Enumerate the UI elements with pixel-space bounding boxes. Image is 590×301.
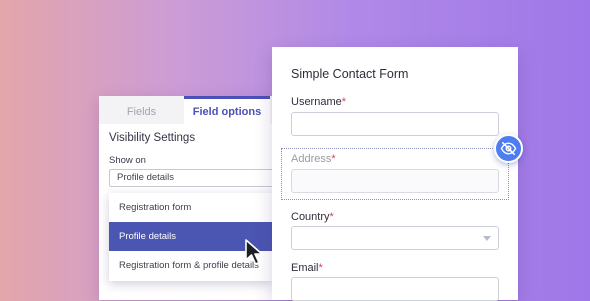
eye-slash-icon — [500, 142, 517, 155]
username-label-text: Username — [291, 96, 342, 108]
tab-field-options[interactable]: Field options — [184, 96, 270, 124]
chevron-down-icon — [483, 236, 491, 241]
show-on-dropdown: Registration form Profile details Regist… — [109, 193, 272, 281]
email-label-text: Email — [291, 262, 319, 274]
username-input[interactable] — [291, 112, 499, 136]
tab-fields[interactable]: Fields — [99, 96, 184, 124]
required-asterisk: * — [331, 153, 336, 165]
contact-form-card: Simple Contact Form Username* Address* C… — [272, 47, 518, 301]
address-input[interactable] — [291, 169, 499, 193]
form-title: Simple Contact Form — [291, 67, 409, 81]
visibility-settings-heading: Visibility Settings — [109, 132, 196, 144]
settings-tabs: Fields Field options — [99, 96, 299, 124]
address-label: Address* — [291, 153, 336, 165]
email-label: Email* — [291, 262, 323, 274]
country-label-text: Country — [291, 211, 330, 223]
visibility-toggle-button[interactable] — [494, 134, 523, 163]
required-asterisk: * — [341, 96, 347, 108]
email-input[interactable] — [291, 277, 499, 301]
dropdown-option-registration-form[interactable]: Registration form — [109, 193, 272, 222]
show-on-select[interactable]: Profile details — [109, 169, 299, 187]
required-asterisk: * — [329, 211, 334, 223]
required-asterisk: * — [318, 262, 323, 274]
address-label-text: Address — [291, 153, 332, 165]
show-on-label: Show on — [109, 155, 146, 166]
country-select[interactable] — [291, 226, 499, 250]
mouse-pointer-icon — [245, 239, 263, 265]
country-label: Country* — [291, 211, 334, 223]
username-label: Username* — [291, 96, 346, 108]
